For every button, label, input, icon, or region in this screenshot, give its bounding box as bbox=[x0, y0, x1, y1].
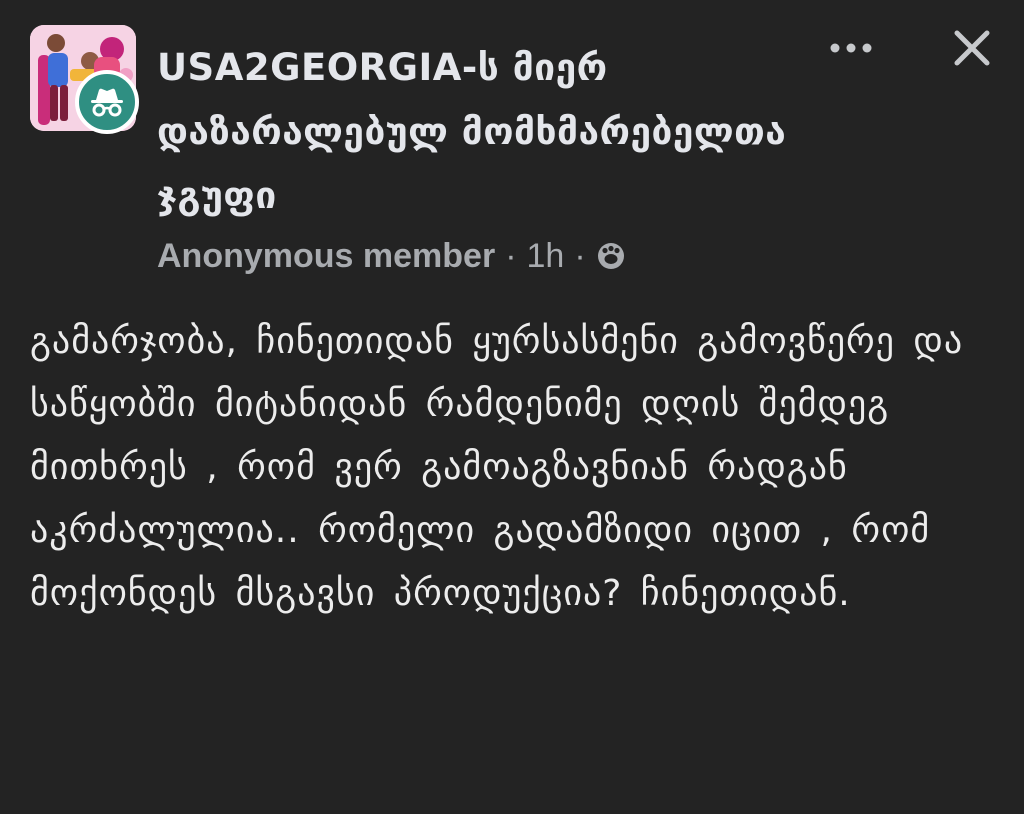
close-button[interactable] bbox=[948, 24, 996, 72]
incognito-icon bbox=[91, 88, 123, 117]
more-horizontal-icon bbox=[830, 43, 872, 53]
author-name[interactable]: Anonymous member bbox=[157, 237, 495, 276]
post-time[interactable]: 1h bbox=[527, 237, 565, 276]
anonymous-badge bbox=[75, 70, 139, 134]
meta-separator-2: · bbox=[574, 236, 586, 275]
post-card: USA2GEORGIA-ს მიერ დაზარალებულ მომხმარებ… bbox=[0, 0, 1024, 814]
post-meta: Anonymous member · 1h · bbox=[157, 232, 626, 280]
post-body-text: გამარჯობა, ჩინეთიდან ყურსასმენი გამოვწერ… bbox=[30, 321, 964, 614]
group-name[interactable]: USA2GEORGIA-ს მიერ დაზარალებულ მომხმარებ… bbox=[157, 36, 807, 228]
close-icon bbox=[954, 30, 990, 66]
meta-separator: · bbox=[505, 236, 517, 275]
anonymous-audience-icon bbox=[596, 241, 626, 271]
more-options-button[interactable] bbox=[826, 30, 876, 66]
